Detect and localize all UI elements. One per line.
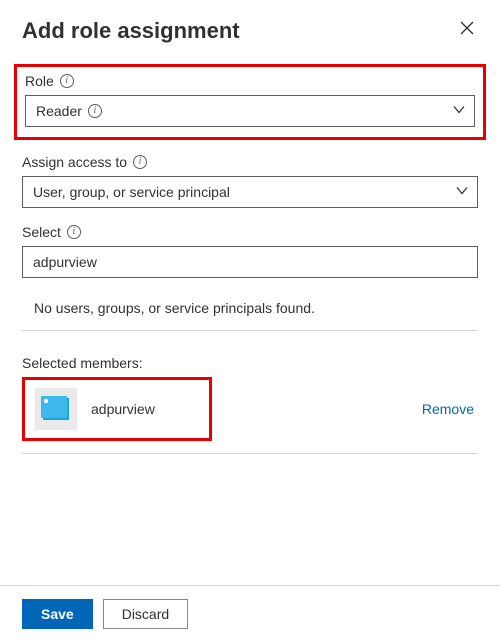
info-icon[interactable]: i: [133, 155, 147, 169]
remove-member-link[interactable]: Remove: [422, 401, 474, 417]
select-input[interactable]: [22, 246, 478, 278]
info-icon[interactable]: i: [67, 225, 81, 239]
divider: [22, 453, 478, 454]
search-empty-message: No users, groups, or service principals …: [22, 300, 478, 316]
role-label: Role i: [25, 73, 475, 89]
role-label-text: Role: [25, 73, 54, 89]
selected-member-row: adpurview Remove: [22, 377, 478, 441]
member-highlight: adpurview: [22, 377, 212, 441]
member-name: adpurview: [91, 401, 155, 417]
save-button[interactable]: Save: [22, 599, 93, 629]
page-title: Add role assignment: [22, 18, 240, 44]
assign-dropdown[interactable]: User, group, or service principal: [22, 176, 478, 208]
close-icon: [460, 21, 474, 35]
discard-button[interactable]: Discard: [103, 599, 188, 629]
info-icon[interactable]: i: [60, 74, 74, 88]
close-button[interactable]: [456, 18, 478, 40]
role-selected-text: Reader: [36, 103, 82, 119]
chevron-down-icon: [455, 184, 469, 201]
role-highlight: Role i Reader i: [14, 64, 486, 140]
select-label: Select i: [22, 224, 478, 240]
role-dropdown[interactable]: Reader i: [25, 95, 475, 127]
select-label-text: Select: [22, 224, 61, 240]
divider: [22, 330, 478, 331]
selected-members-label: Selected members:: [22, 355, 478, 371]
assign-label: Assign access to i: [22, 154, 478, 170]
chevron-down-icon: [452, 103, 466, 120]
assign-label-text: Assign access to: [22, 154, 127, 170]
assign-selected-text: User, group, or service principal: [33, 184, 230, 200]
footer: Save Discard: [0, 586, 500, 642]
service-principal-icon: [35, 388, 77, 430]
info-icon[interactable]: i: [88, 104, 102, 118]
